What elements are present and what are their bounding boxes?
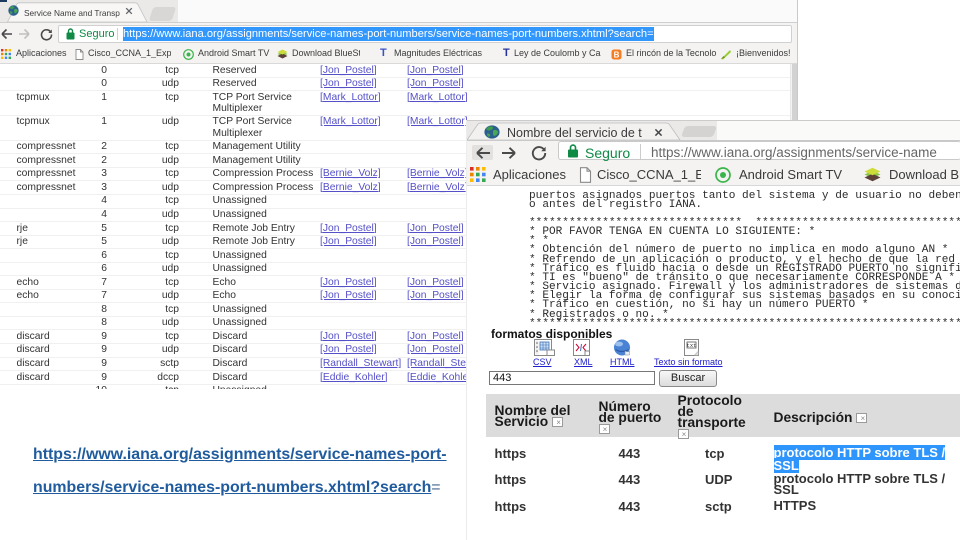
svg-text:B: B [614,50,620,59]
svg-text:txt: txt [687,342,697,349]
